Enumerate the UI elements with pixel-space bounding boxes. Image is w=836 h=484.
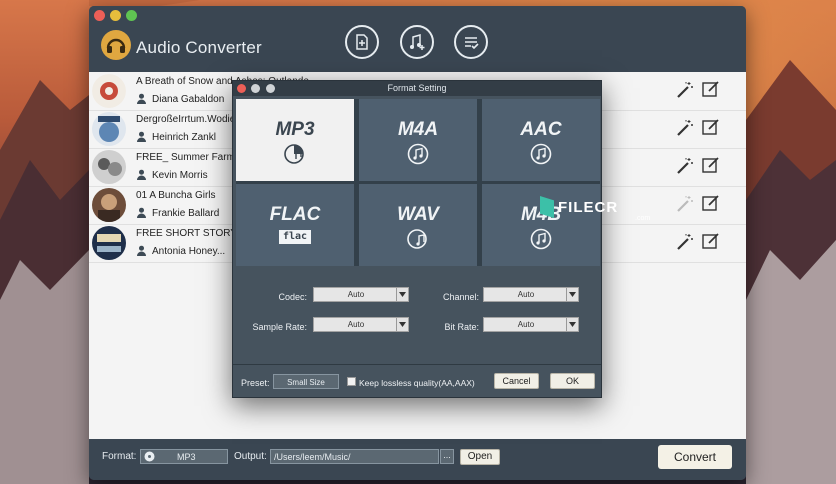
preset-label: Preset: [241,378,270,388]
cancel-button[interactable]: Cancel [494,373,539,389]
music-note-icon [530,143,552,165]
format-option-m4b[interactable]: M4B [482,184,600,266]
track-artist: Antonia Honey... [152,246,226,257]
track-artist: Heinrich Zankl [152,132,216,143]
edit-icon[interactable] [701,155,721,175]
task-list-button[interactable] [454,25,488,59]
format-option-flac[interactable]: FLAC flac [236,184,354,266]
format-name: AAC [520,119,562,140]
person-icon [137,169,146,180]
track-cover [92,226,126,260]
disc-icon [144,451,155,462]
app-titlebar: Audio Converter [89,6,746,72]
edit-icon[interactable] [701,193,721,213]
magic-wand-icon[interactable] [675,80,695,100]
codec-label: Codec: [278,292,307,302]
close-window-button[interactable] [94,10,105,21]
edit-icon[interactable] [701,117,721,137]
format-value: MP3 [177,452,196,462]
dialog-titlebar: Format Setting [233,81,601,96]
magic-wand-icon[interactable] [675,194,695,214]
chevron-down-icon [396,288,408,301]
track-cover [92,188,126,222]
person-icon [137,131,146,142]
browse-button[interactable]: ... [440,449,454,464]
watermark-text: FILECR [558,199,619,216]
app-title: Audio Converter [136,38,262,57]
chevron-down-icon [566,288,578,301]
zoom-window-button[interactable] [126,10,137,21]
music-note-icon [530,228,552,250]
track-title: FREE_ Summer Farmer [136,152,244,163]
minimize-window-button[interactable] [110,10,121,21]
magic-wand-icon[interactable] [675,118,695,138]
track-title: 01 A Buncha Girls [136,190,216,201]
lossless-checkbox[interactable] [347,377,356,386]
ok-button[interactable]: OK [550,373,595,389]
track-artist: Diana Gabaldon [152,94,225,105]
watermark-suffix: .com [635,215,651,222]
dialog-divider [233,364,601,365]
add-files-button[interactable] [345,25,379,59]
format-name: M4A [397,119,439,140]
format-label: Format: [102,451,137,462]
music-note-icon [407,143,429,165]
track-title: DergroßeIrrtum.Wodie... [136,114,244,125]
sample-rate-value: Auto [347,320,365,329]
bit-rate-label: Bit Rate: [444,322,479,332]
wav-disc-icon [407,229,427,249]
format-option-m4a[interactable]: M4A [359,99,477,181]
preset-field[interactable]: Small Size [273,374,339,389]
lossless-label: Keep lossless quality(AA,AAX) [359,378,475,388]
format-option-wav[interactable]: WAV [359,184,477,266]
dialog-title: Format Setting [387,83,447,93]
format-name: FLAC [269,204,321,225]
channel-select[interactable]: Auto [483,287,579,302]
sample-rate-select[interactable]: Auto [313,317,409,332]
output-path-field[interactable]: /Users/leem/Music/ [270,449,439,464]
chevron-down-icon [396,318,408,331]
format-option-aac[interactable]: AAC [482,99,600,181]
track-artist: Frankie Ballard [152,208,220,219]
list-check-icon [465,37,479,50]
open-button[interactable]: Open [460,449,500,465]
format-grid: MP3 M4A AAC FLAC flac WAV M4B [236,99,600,266]
person-icon [137,93,146,104]
chevron-down-icon [566,318,578,331]
bit-rate-value: Auto [517,320,535,329]
edit-icon[interactable] [701,231,721,251]
magic-wand-icon[interactable] [675,156,695,176]
magic-wand-icon[interactable] [675,232,695,252]
channel-value: Auto [517,290,535,299]
bit-rate-select[interactable]: Auto [483,317,579,332]
format-selector[interactable]: MP3 [140,449,228,464]
edit-icon[interactable] [701,79,721,99]
format-setting-dialog: Format Setting MP3 M4A AAC FLAC flac WAV… [232,80,602,398]
format-option-mp3[interactable]: MP3 [236,99,354,181]
track-cover [92,112,126,146]
format-name: MP3 [275,119,315,140]
bottom-toolbar: Format: MP3 Output: /Users/leem/Music/ .… [89,439,746,480]
track-cover [92,74,126,108]
flac-icon: flac [279,230,311,244]
track-artist: Kevin Morris [152,170,208,181]
person-icon [137,207,146,218]
add-file-icon [356,34,368,50]
codec-value: Auto [347,290,365,299]
person-icon [137,245,146,256]
convert-button[interactable]: Convert [658,445,732,469]
music-plus-icon [410,34,425,50]
app-logo-icon [101,30,131,60]
add-music-button[interactable] [400,25,434,59]
mp3-disc-icon [284,144,304,164]
sample-rate-label: Sample Rate: [252,322,307,332]
codec-select[interactable]: Auto [313,287,409,302]
channel-label: Channel: [442,292,479,302]
track-cover [92,150,126,184]
format-name: WAV [397,204,439,225]
track-title: FREE SHORT STORY_ [136,228,243,239]
output-label: Output: [234,451,267,462]
